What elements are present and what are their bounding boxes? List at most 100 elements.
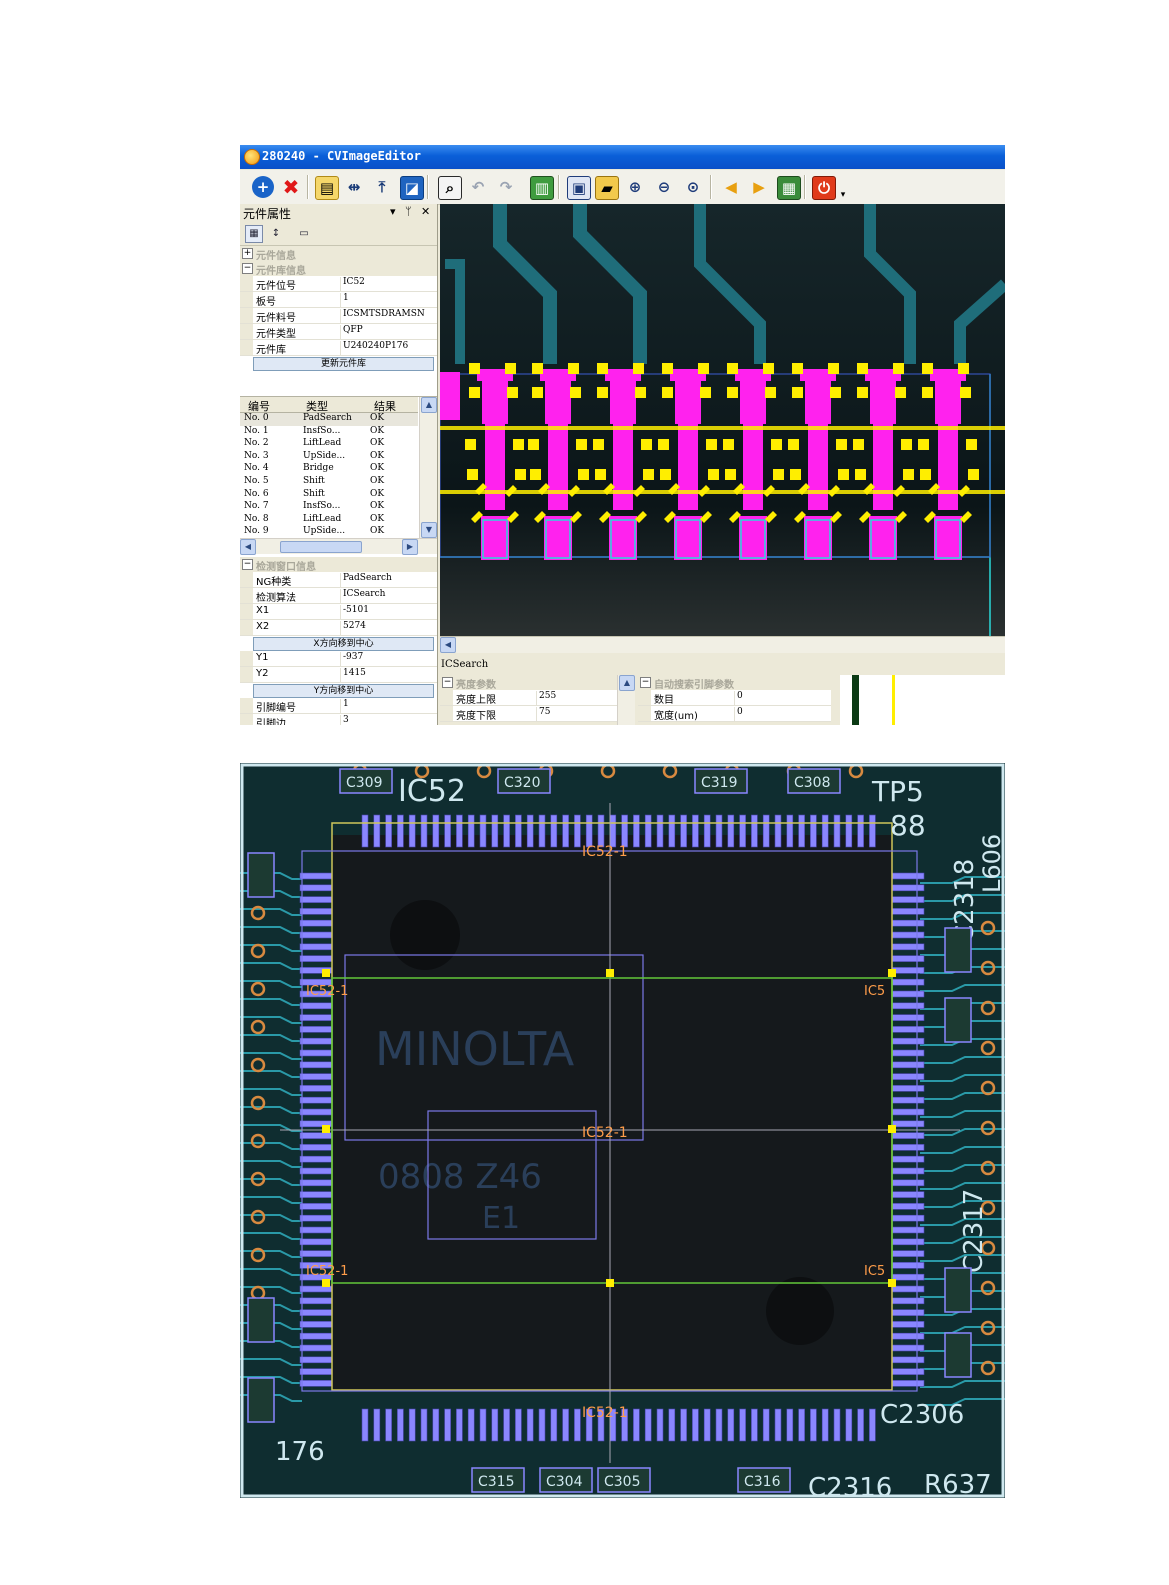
sort-alpha-icon[interactable]: ↕ — [267, 225, 285, 243]
inspection-image-view[interactable] — [440, 204, 1005, 636]
property-row[interactable]: 亮度下限 75 — [440, 706, 618, 722]
collapse-icon[interactable]: − — [640, 677, 651, 688]
result-row[interactable]: No. 8 LiftLead OK — [240, 514, 418, 527]
property-value[interactable]: ICSMTSDRAMSN — [340, 309, 425, 323]
property-row[interactable]: 数目 0 — [638, 690, 831, 706]
collapse-icon[interactable]: − — [242, 263, 253, 274]
scroll-right-icon[interactable]: ▶ — [402, 539, 418, 555]
categorized-icon[interactable]: ▦ — [245, 225, 263, 243]
power-icon[interactable]: ⏻ — [812, 176, 836, 200]
zoom-fit-icon[interactable]: ⊙ — [682, 176, 704, 198]
pin-icon[interactable]: ᛘ — [405, 205, 412, 218]
property-value[interactable]: PadSearch — [340, 573, 392, 587]
x-center-button[interactable]: X方向移到中心 — [253, 637, 434, 651]
property-value[interactable]: 1 — [340, 699, 349, 713]
expand-icon[interactable]: + — [242, 248, 253, 259]
column-header-number[interactable]: 编号 — [248, 398, 270, 414]
scroll-left-icon[interactable]: ◀ — [240, 539, 256, 555]
pcb-canvas[interactable]: MINOLTA 0808 Z46 E1 IC52-1 IC52-1 IC52-1… — [240, 763, 1005, 1498]
property-value[interactable]: IC52 — [340, 277, 365, 291]
result-row[interactable]: No. 4 Bridge OK — [240, 463, 418, 476]
category-auto-search[interactable]: − 自动搜索引脚参数 — [638, 675, 831, 691]
brightness-vscrollbar[interactable]: ▲ — [617, 675, 635, 725]
column-header-result[interactable]: 结果 — [374, 398, 396, 414]
fit-width-icon[interactable]: ⇹ — [343, 176, 365, 198]
notebook-icon[interactable]: ▦ — [777, 176, 801, 200]
property-value[interactable]: 3 — [340, 715, 349, 725]
property-value[interactable]: U240240P176 — [340, 341, 408, 355]
property-row[interactable]: NG种类 PadSearch — [240, 572, 437, 588]
scroll-down-icon[interactable]: ▼ — [421, 522, 437, 538]
property-value[interactable]: 1 — [340, 293, 349, 307]
property-row[interactable]: 宽度(um) 0 — [638, 706, 831, 722]
collapse-icon[interactable]: − — [242, 559, 253, 570]
panel-dropdown-icon[interactable]: ▾ — [390, 205, 396, 218]
property-value[interactable]: -5101 — [340, 605, 369, 619]
library-icon[interactable]: ▥ — [530, 176, 554, 200]
property-row[interactable]: 元件料号 ICSMTSDRAMSN — [240, 308, 437, 324]
property-value[interactable]: QFP — [340, 325, 363, 339]
zoom-in-icon[interactable]: ⊕ — [624, 176, 646, 198]
property-row[interactable]: Y1 -937 — [240, 651, 437, 667]
result-row[interactable]: No. 6 Shift OK — [240, 489, 418, 502]
scroll-up-icon[interactable]: ▲ — [421, 397, 437, 413]
category-component-info[interactable]: + 元件信息 — [240, 246, 437, 262]
arrow-right-icon[interactable]: ▶ — [748, 176, 770, 198]
result-row[interactable]: No. 3 UpSide... OK — [240, 451, 418, 464]
result-row[interactable]: No. 2 LiftLead OK — [240, 438, 418, 451]
property-row[interactable]: X2 5274 — [240, 620, 437, 636]
property-row[interactable]: 元件位号 IC52 — [240, 276, 437, 292]
delete-icon[interactable]: ✖ — [280, 176, 302, 198]
image-hscrollbar[interactable]: ◀ — [440, 636, 1005, 653]
open-book-icon[interactable]: ▤ — [315, 176, 339, 200]
zoom-window-icon[interactable]: ⌕ — [438, 176, 462, 200]
category-label: 亮度参数 — [456, 680, 496, 691]
property-row[interactable]: 元件库 U240240P176 — [240, 340, 437, 356]
category-detect-window[interactable]: − 检测窗口信息 — [240, 557, 437, 573]
scroll-up-icon[interactable]: ▲ — [619, 675, 635, 691]
property-value[interactable]: ICSearch — [340, 589, 385, 603]
property-value[interactable]: 0 — [734, 707, 743, 721]
property-row[interactable]: Y2 1415 — [240, 667, 437, 683]
property-value[interactable]: 75 — [536, 707, 550, 721]
category-library-info[interactable]: − 元件库信息 — [240, 261, 437, 277]
property-row[interactable]: 引脚边 3 — [240, 714, 437, 725]
column-header-type[interactable]: 类型 — [306, 398, 328, 414]
property-row[interactable]: 检测算法 ICSearch — [240, 588, 437, 604]
scroll-thumb[interactable] — [280, 541, 362, 553]
zoom-out-icon[interactable]: ⊖ — [653, 176, 675, 198]
fit-height-icon[interactable]: ⤒ — [371, 176, 393, 198]
property-value[interactable]: 0 — [734, 691, 743, 705]
arrow-left-icon[interactable]: ◀ — [720, 176, 742, 198]
property-value[interactable]: 5274 — [340, 621, 366, 635]
property-row[interactable]: X1 -5101 — [240, 604, 437, 620]
result-row[interactable]: No. 1 InsfSo... OK — [240, 426, 418, 439]
save-icon[interactable]: ▣ — [567, 176, 591, 200]
property-value[interactable]: 1415 — [340, 668, 366, 682]
pad-inspection-canvas[interactable] — [440, 204, 1005, 636]
property-row[interactable]: 板号 1 — [240, 292, 437, 308]
close-icon[interactable]: ✕ — [421, 205, 430, 218]
property-row[interactable]: 元件类型 QFP — [240, 324, 437, 340]
result-row[interactable]: No. 7 InsfSo... OK — [240, 501, 418, 514]
undo-icon[interactable]: ↶ — [467, 176, 489, 198]
open-folder-icon[interactable]: ▰ — [595, 176, 619, 200]
property-row[interactable]: 引脚编号 1 — [240, 698, 437, 714]
toolbar-overflow-icon[interactable]: ▾ — [838, 184, 848, 206]
result-row[interactable]: No. 5 Shift OK — [240, 476, 418, 489]
update-library-button[interactable]: 更新元件库 — [253, 357, 434, 371]
property-pages-icon[interactable]: ▭ — [295, 225, 313, 243]
property-row[interactable]: 亮度上限 255 — [440, 690, 618, 706]
result-row[interactable]: No. 0 PadSearch OK — [240, 413, 418, 426]
category-brightness[interactable]: − 亮度参数 — [440, 675, 618, 691]
y-center-button[interactable]: Y方向移到中心 — [253, 684, 434, 698]
property-value[interactable]: 255 — [536, 691, 556, 705]
scroll-left-icon[interactable]: ◀ — [440, 637, 456, 653]
property-value[interactable]: -937 — [340, 652, 363, 666]
collapse-icon[interactable]: − — [442, 677, 453, 688]
select-region-icon[interactable]: ◪ — [400, 176, 424, 200]
redo-icon[interactable]: ↷ — [495, 176, 517, 198]
result-list-vscrollbar[interactable]: ▲ ▼ — [419, 397, 437, 538]
result-list-hscrollbar[interactable]: ◀ ▶ — [240, 538, 437, 555]
add-icon[interactable]: + — [252, 176, 274, 198]
